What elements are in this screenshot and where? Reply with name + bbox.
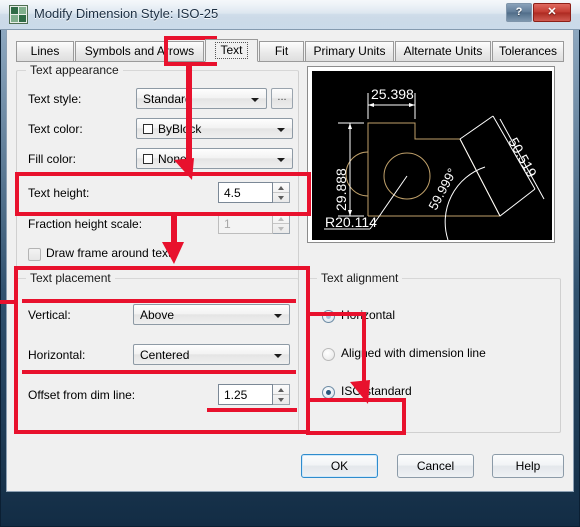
fill-color-label: Fill color: bbox=[28, 152, 77, 166]
offset-from-dim-line-label: Offset from dim line: bbox=[28, 388, 136, 402]
dialog-client-area: Lines Symbols and Arrows Text Fit Primar… bbox=[6, 30, 574, 492]
text-alignment-title: Text alignment bbox=[317, 271, 403, 285]
text-height-input[interactable]: 4.5 bbox=[218, 182, 273, 203]
fraction-height-scale-input: 1 bbox=[218, 213, 273, 234]
text-color-label: Text color: bbox=[28, 122, 83, 136]
horizontal-combo[interactable]: Centered bbox=[133, 344, 290, 365]
draw-frame-checkbox[interactable] bbox=[28, 248, 41, 261]
radio-horizontal[interactable] bbox=[322, 310, 335, 323]
text-style-label: Text style: bbox=[28, 92, 82, 106]
radio-iso-standard[interactable] bbox=[322, 386, 335, 399]
radio-aligned-with-dimension-line[interactable] bbox=[322, 348, 335, 361]
radio-iso-standard-label[interactable]: ISO standard bbox=[341, 384, 412, 398]
tab-text[interactable]: Text bbox=[205, 39, 258, 62]
dimension-preview-image: 25.398 29.888 R20.114 59.999° 50.519 bbox=[312, 71, 552, 240]
text-height-label: Text height: bbox=[28, 186, 90, 200]
fraction-height-scale-stepper bbox=[273, 213, 290, 234]
text-appearance-title: Text appearance bbox=[26, 63, 123, 77]
preview-dim-linear-left: 29.888 bbox=[333, 168, 349, 211]
cancel-button[interactable]: Cancel bbox=[397, 454, 474, 478]
text-style-combo[interactable]: Standard bbox=[136, 88, 267, 109]
tab-tolerances[interactable]: Tolerances bbox=[492, 41, 564, 61]
help-button[interactable]: Help bbox=[492, 454, 564, 478]
vertical-label: Vertical: bbox=[28, 308, 71, 322]
tab-strip-underline bbox=[16, 61, 564, 62]
tab-lines[interactable]: Lines bbox=[16, 41, 74, 61]
vertical-value: Above bbox=[140, 308, 175, 322]
text-height-stepper[interactable] bbox=[273, 182, 290, 203]
text-placement-title: Text placement bbox=[26, 271, 115, 285]
radio-horizontal-label[interactable]: Horizontal bbox=[341, 308, 395, 322]
chevron-down-icon bbox=[277, 128, 285, 132]
text-style-browse-button[interactable]: ... bbox=[271, 88, 293, 109]
close-icon[interactable]: ✕ bbox=[533, 3, 571, 22]
title-bar: Modify Dimension Style: ISO-25 ? ✕ bbox=[0, 0, 580, 30]
fill-color-combo[interactable]: None bbox=[136, 148, 293, 169]
chevron-down-icon bbox=[274, 314, 282, 318]
fraction-height-scale-label: Fraction height scale: bbox=[28, 217, 143, 231]
preview-dim-radius: R20.114 bbox=[325, 214, 377, 230]
vertical-combo[interactable]: Above bbox=[133, 304, 290, 325]
fill-color-value: None bbox=[158, 152, 187, 166]
text-color-value: ByBlock bbox=[158, 122, 202, 136]
text-height-value: 4.5 bbox=[224, 186, 241, 200]
offset-value: 1.25 bbox=[224, 388, 248, 402]
tab-primary-units[interactable]: Primary Units bbox=[305, 41, 394, 61]
tab-alternate-units[interactable]: Alternate Units bbox=[395, 41, 491, 61]
preview-dim-aligned: 50.519 bbox=[505, 135, 540, 180]
preview-panel: 25.398 29.888 R20.114 59.999° 50.519 bbox=[307, 66, 555, 243]
color-swatch-icon bbox=[143, 124, 153, 134]
offset-stepper[interactable] bbox=[273, 384, 290, 405]
tab-symbols-and-arrows[interactable]: Symbols and Arrows bbox=[75, 41, 204, 61]
horizontal-label: Horizontal: bbox=[28, 348, 86, 362]
tab-strip: Lines Symbols and Arrows Text Fit Primar… bbox=[16, 39, 564, 62]
ok-button[interactable]: OK bbox=[301, 454, 378, 478]
titlebar-help-button[interactable]: ? bbox=[506, 3, 532, 22]
chevron-down-icon bbox=[251, 98, 259, 102]
offset-from-dim-line-input[interactable]: 1.25 bbox=[218, 384, 273, 405]
horizontal-value: Centered bbox=[140, 348, 190, 362]
autocad-icon bbox=[9, 5, 28, 24]
color-swatch-icon bbox=[143, 154, 153, 164]
preview-dim-angular: 59.999° bbox=[425, 166, 459, 213]
radio-aligned-label[interactable]: Aligned with dimension line bbox=[341, 346, 486, 360]
text-color-combo[interactable]: ByBlock bbox=[136, 118, 293, 139]
draw-frame-label[interactable]: Draw frame around text bbox=[46, 246, 171, 260]
chevron-down-icon bbox=[277, 158, 285, 162]
dialog-window: Modify Dimension Style: ISO-25 ? ✕ Lines… bbox=[0, 0, 580, 527]
text-style-value: Standard bbox=[143, 92, 192, 106]
fraction-height-scale-value: 1 bbox=[224, 217, 231, 231]
tab-fit[interactable]: Fit bbox=[259, 41, 304, 61]
preview-dim-linear-top: 25.398 bbox=[371, 86, 414, 102]
chevron-down-icon bbox=[274, 354, 282, 358]
window-title: Modify Dimension Style: ISO-25 bbox=[34, 6, 219, 21]
